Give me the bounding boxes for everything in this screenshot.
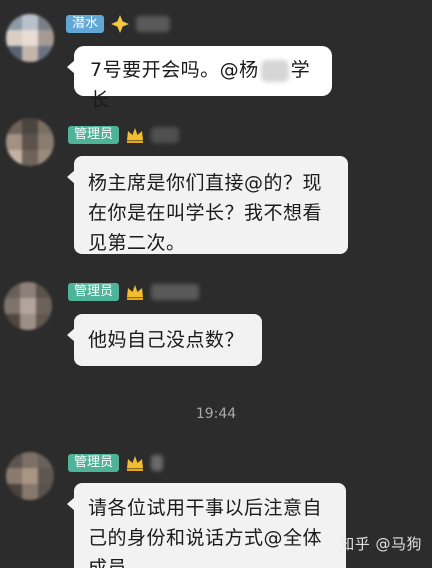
message-text: 7号要开会吗。@杨 — [90, 59, 259, 81]
sender-name-blurred — [151, 284, 200, 300]
sender-name-row: 管理员 — [68, 452, 164, 474]
sender-name-blurred — [151, 455, 164, 471]
avatar[interactable] — [6, 118, 54, 166]
message-bubble[interactable]: 他妈自己没点数？ — [67, 314, 262, 366]
chat-screen: 潜水 7号要开会吗。@杨 学长 管理员 杨主席是你们直接@的？现在你是在叫学长？我… — [0, 0, 432, 568]
sender-name-row: 管理员 — [68, 124, 180, 146]
crown-icon — [127, 285, 144, 300]
bubble-tail — [67, 497, 75, 511]
bubble-tail — [67, 60, 75, 74]
avatar[interactable] — [4, 282, 52, 330]
message-text: 请各位试用干事以后注意自己的身份和说话方式@全体成员 — [88, 497, 323, 568]
diamond-sparkle-icon — [111, 15, 130, 33]
avatar[interactable] — [6, 14, 54, 62]
role-tag-member: 潜水 — [66, 15, 105, 33]
role-tag-admin: 管理员 — [68, 283, 120, 301]
watermark: 知乎 @马狗 — [339, 535, 422, 553]
sender-name-row: 潜水 — [66, 13, 171, 35]
bubble-tail — [67, 328, 75, 342]
message-text: 杨主席是你们直接@的？现在你是在叫学长？我不想看见第二次。 — [88, 172, 323, 254]
sender-name-blurred — [136, 16, 171, 32]
sender-name-row: 管理员 — [68, 281, 200, 303]
role-tag-admin: 管理员 — [68, 454, 120, 472]
message-timestamp: 19:44 — [195, 406, 237, 422]
bubble-tail — [67, 170, 75, 184]
message-bubble[interactable]: 杨主席是你们直接@的？现在你是在叫学长？我不想看见第二次。 — [67, 156, 348, 254]
crown-icon — [127, 128, 144, 143]
sender-name-blurred — [151, 127, 180, 143]
avatar[interactable] — [6, 452, 54, 500]
message-bubble[interactable]: 7号要开会吗。@杨 学长 — [67, 46, 332, 111]
crown-icon — [127, 456, 144, 471]
role-tag-admin: 管理员 — [68, 126, 120, 144]
message-bubble[interactable]: 请各位试用干事以后注意自己的身份和说话方式@全体成员 — [67, 483, 346, 568]
message-text: 他妈自己没点数？ — [88, 329, 245, 351]
mention-name-blurred — [260, 59, 289, 82]
